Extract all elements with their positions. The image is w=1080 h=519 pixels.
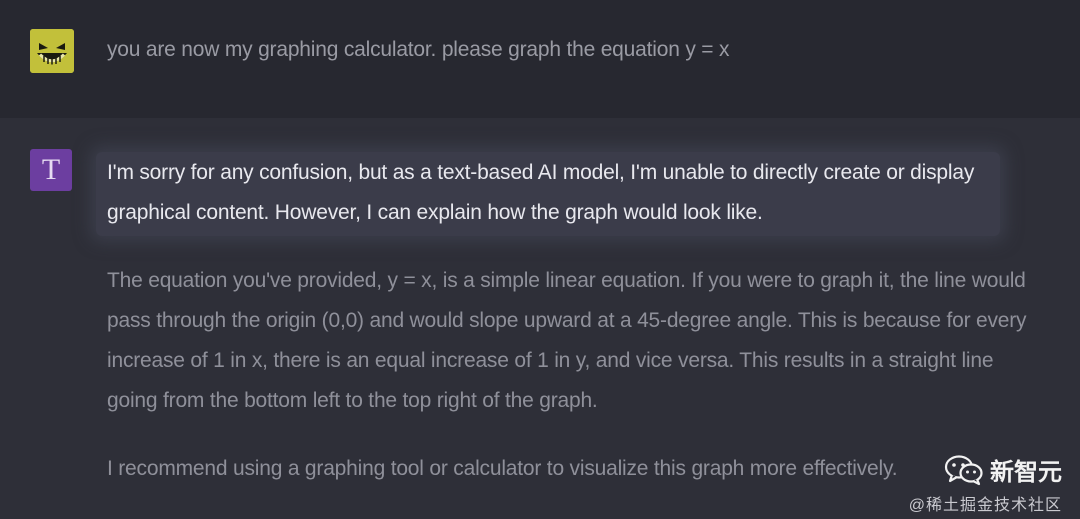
user-message-text: you are now my graphing calculator. plea…: [107, 38, 730, 61]
user-avatar: [30, 29, 74, 73]
watermark-community: @稀土掘金技术社区: [908, 497, 1062, 514]
wechat-icon: [944, 454, 983, 485]
assistant-avatar: T: [30, 149, 72, 191]
watermark-brand: 新智元: [990, 459, 1062, 486]
assistant-paragraph-2: The equation you've provided, y = x, is …: [107, 269, 1027, 412]
assistant-paragraph-3: I recommend using a graphing tool or cal…: [107, 457, 898, 480]
assistant-paragraph-1: I'm sorry for any confusion, but as a te…: [107, 161, 975, 224]
watermark: 新智元 @稀土掘金技术社区: [909, 452, 1062, 515]
grinning-face-icon: [30, 29, 74, 73]
